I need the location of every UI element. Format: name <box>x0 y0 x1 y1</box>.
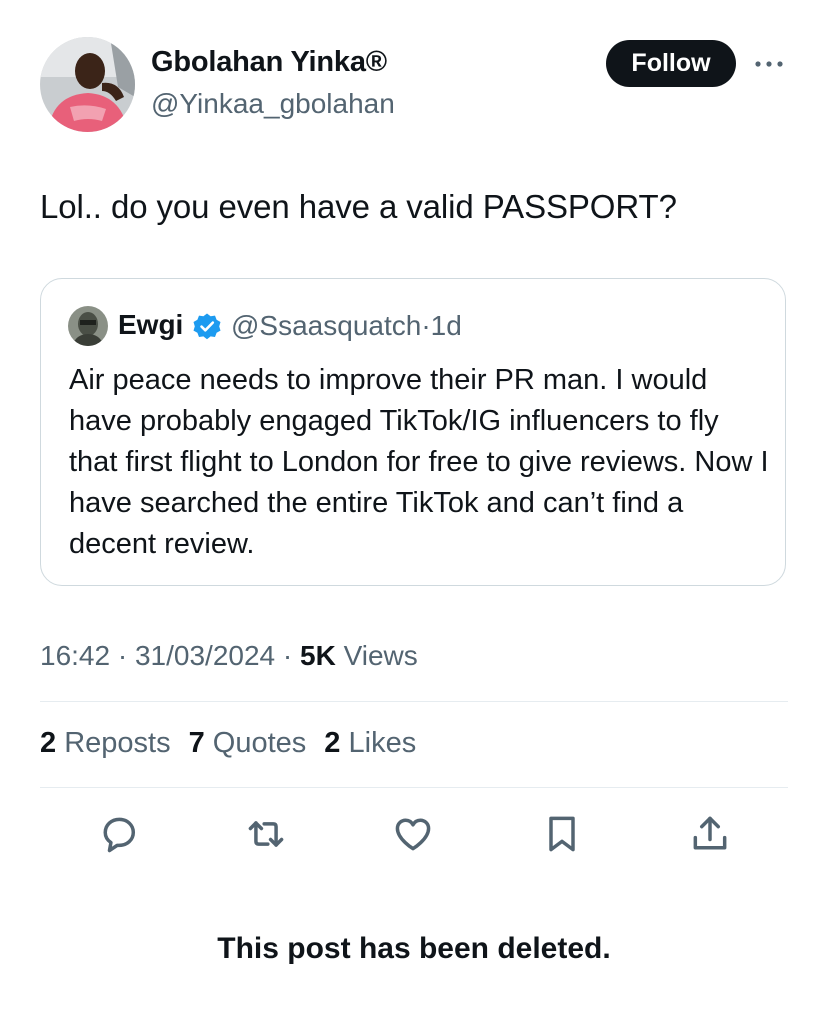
quote-author-name: Ewgi <box>118 309 184 340</box>
share-icon[interactable] <box>688 812 732 856</box>
quote-age: 1d <box>430 310 462 341</box>
author-name[interactable]: Gbolahan Yinka® <box>151 46 387 79</box>
verified-badge-icon <box>192 312 222 342</box>
quote-author-handle: @Ssaasquatch <box>231 310 422 341</box>
like-icon[interactable] <box>391 812 435 856</box>
quotes-stat[interactable]: 7 Quotes <box>189 727 307 760</box>
bookmark-icon[interactable] <box>540 812 584 856</box>
follow-button[interactable]: Follow <box>606 40 736 87</box>
deleted-notice: This post has been deleted. <box>217 932 611 965</box>
repost-icon[interactable] <box>244 812 288 856</box>
more-options-icon[interactable] <box>752 56 786 72</box>
quote-avatar <box>68 306 108 346</box>
views-count: 5K <box>300 640 336 671</box>
views-label: Views <box>343 640 418 671</box>
author-avatar[interactable] <box>40 37 135 132</box>
tweet-text: Lol.. do you even have a valid PASSPORT? <box>40 188 677 225</box>
tweet-date[interactable]: 31/03/2024 <box>135 640 275 671</box>
reposts-stat[interactable]: 2 Reposts <box>40 727 171 760</box>
engagement-stats: 2 Reposts 7 Quotes 2 Likes <box>40 727 416 760</box>
divider <box>40 701 788 702</box>
tweet-time[interactable]: 16:42 <box>40 640 110 671</box>
author-handle[interactable]: @Yinkaa_gbolahan <box>151 88 395 120</box>
divider <box>40 787 788 788</box>
quoted-post[interactable]: Ewgi @Ssaasquatch·1d Air peace needs to … <box>40 278 786 586</box>
quote-meta: @Ssaasquatch·1d <box>231 310 462 342</box>
quote-text: Air peace needs to improve their PR man.… <box>69 364 769 560</box>
likes-stat[interactable]: 2 Likes <box>324 727 416 760</box>
tweet-meta: 16:42 · 31/03/2024 · 5K Views <box>40 640 418 671</box>
quote-separator: · <box>421 310 431 341</box>
reply-icon[interactable] <box>97 812 141 856</box>
